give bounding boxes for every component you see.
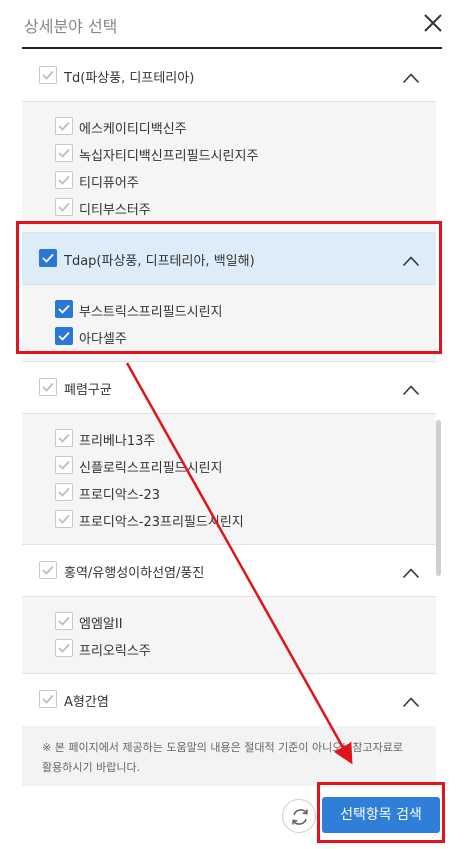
annotation-highlight-tdap bbox=[16, 221, 442, 354]
subitem-checkbox[interactable] bbox=[55, 171, 73, 189]
subitem-label: 프리베나13주 bbox=[79, 434, 156, 449]
chevron-up-icon[interactable] bbox=[402, 564, 420, 579]
subitem-label: 프로디악스-23 bbox=[79, 488, 161, 503]
category-row[interactable]: 폐렴구균 bbox=[22, 362, 436, 414]
subitem-checkbox[interactable] bbox=[55, 483, 73, 501]
modal-header: 상세분야 선택 bbox=[0, 0, 466, 50]
subitem-checkbox[interactable] bbox=[55, 510, 73, 528]
subitem-row[interactable]: 신플로릭스프리필드시린지 bbox=[22, 453, 436, 480]
header-divider bbox=[22, 47, 442, 49]
annotation-highlight-search bbox=[317, 782, 445, 843]
category-checkbox[interactable] bbox=[39, 561, 57, 579]
category-row[interactable]: 홍역/유행성이하선염/풍진 bbox=[22, 545, 436, 597]
subitem-label: 디티부스터주 bbox=[79, 203, 151, 218]
subitem-label: 에스케이티디백신주 bbox=[79, 122, 187, 137]
subitem-row[interactable]: 프리오릭스주 bbox=[22, 636, 436, 663]
subitem-row[interactable]: 프로디악스-23 bbox=[22, 480, 436, 507]
refresh-icon bbox=[292, 809, 308, 825]
subitem-row[interactable]: 프리베나13주 bbox=[22, 426, 436, 453]
subitem-label: 티디퓨어주 bbox=[79, 176, 139, 191]
subitem-label: 프로디악스-23프리필드시린지 bbox=[79, 515, 244, 530]
subitem-checkbox[interactable] bbox=[55, 429, 73, 447]
chevron-up-icon[interactable] bbox=[402, 381, 420, 396]
subitem-row[interactable]: 티디퓨어주 bbox=[22, 168, 436, 195]
category-label: Td(파상풍, 디프테리아) bbox=[64, 71, 195, 86]
category-row[interactable]: A형간염 bbox=[22, 674, 436, 718]
subitem-group: 프리베나13주신플로릭스프리필드시린지프로디악스-23 프로디악스-23프리필드시… bbox=[22, 414, 436, 545]
subitem-checkbox[interactable] bbox=[55, 117, 73, 135]
scrollbar[interactable] bbox=[436, 420, 441, 576]
subitem-group: 에스케이티디백신주녹십자티디백신프리필드시린지주티디퓨어주디티부스터주 bbox=[22, 102, 436, 233]
category-checkbox[interactable] bbox=[39, 690, 57, 708]
subitem-checkbox[interactable] bbox=[55, 144, 73, 162]
category-checkbox[interactable] bbox=[39, 66, 57, 84]
subitem-checkbox[interactable] bbox=[55, 456, 73, 474]
category-row[interactable]: Td(파상풍, 디프테리아) bbox=[22, 50, 436, 102]
chevron-up-icon[interactable] bbox=[402, 693, 420, 708]
subitem-row[interactable]: 엠엠알II bbox=[22, 609, 436, 636]
subitem-row[interactable]: 디티부스터주 bbox=[22, 195, 436, 222]
category-label: 홍역/유행성이하선염/풍진 bbox=[64, 566, 205, 581]
refresh-button[interactable] bbox=[282, 799, 316, 833]
subitem-label: 녹십자티디백신프리필드시린지주 bbox=[79, 149, 259, 164]
close-icon[interactable] bbox=[422, 12, 444, 34]
subitem-checkbox[interactable] bbox=[55, 198, 73, 216]
help-notice: ※ 본 페이지에서 제공하는 도움말의 내용은 절대적 기준이 아니오니참고자료… bbox=[22, 726, 436, 786]
help-notice-text: ※ 본 페이지에서 제공하는 도움말의 내용은 절대적 기준이 아니오니참고자료… bbox=[42, 741, 404, 774]
subitem-label: 신플로릭스프리필드시린지 bbox=[79, 461, 223, 476]
subitem-checkbox[interactable] bbox=[55, 612, 73, 630]
subitem-label: 프리오릭스주 bbox=[79, 644, 151, 659]
subitem-row[interactable]: 프로디악스-23프리필드시린지 bbox=[22, 507, 436, 534]
category-label: 폐렴구균 bbox=[64, 383, 112, 398]
subitem-checkbox[interactable] bbox=[55, 639, 73, 657]
category-checkbox[interactable] bbox=[39, 378, 57, 396]
subitem-group: 엠엠알II 프리오릭스주 bbox=[22, 597, 436, 674]
chevron-up-icon[interactable] bbox=[402, 69, 420, 84]
subitem-row[interactable]: 에스케이티디백신주 bbox=[22, 114, 436, 141]
category-list: Td(파상풍, 디프테리아) 에스케이티디백신주녹십자티디백신프리필드시린지주티디… bbox=[22, 50, 436, 718]
modal-title: 상세분야 선택 bbox=[24, 17, 118, 36]
subitem-row[interactable]: 녹십자티디백신프리필드시린지주 bbox=[22, 141, 436, 168]
subitem-label: 엠엠알II bbox=[79, 617, 123, 632]
category-label: A형간염 bbox=[64, 695, 109, 710]
